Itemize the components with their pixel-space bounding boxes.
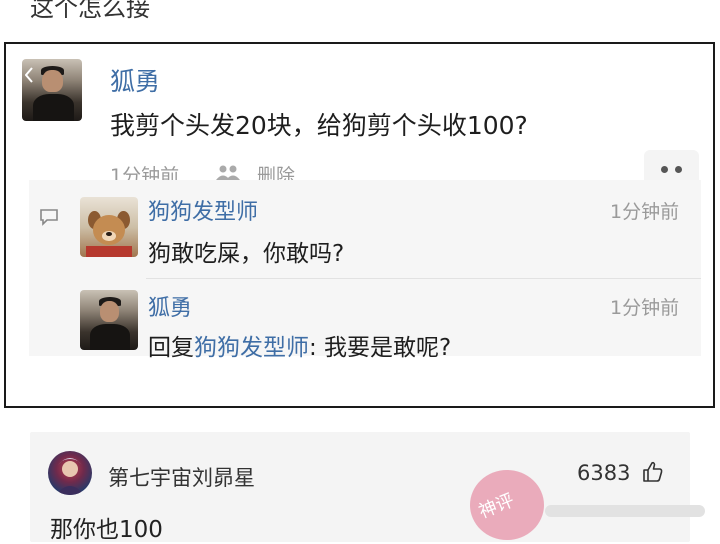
more-dot-icon bbox=[675, 166, 682, 173]
reply-text: 回复狗狗发型师: 我要是敢呢? bbox=[148, 328, 451, 362]
reply-author-avatar[interactable] bbox=[80, 197, 138, 257]
reply-prefix: 回复 bbox=[148, 335, 194, 361]
more-dot-icon bbox=[661, 166, 668, 173]
reply-text: 狗敢吃屎，你敢吗? bbox=[148, 241, 345, 267]
thumbs-up-icon[interactable] bbox=[641, 460, 665, 484]
post-screenshot: 狐勇 我剪个头发20块，给狗剪个头收100? 1分钟前 删除 狗狗发型师 1分钟… bbox=[4, 42, 715, 408]
post-author-name[interactable]: 狐勇 bbox=[110, 62, 160, 98]
reply-author-avatar[interactable] bbox=[80, 290, 138, 350]
back-arrow-icon[interactable] bbox=[25, 67, 33, 83]
reply-time: 1分钟前 bbox=[610, 297, 680, 319]
comment-bubble-icon bbox=[40, 209, 58, 226]
post-text: 我剪个头发20块，给狗剪个头收100? bbox=[110, 111, 528, 140]
reply-time: 1分钟前 bbox=[610, 201, 680, 223]
reply-divider bbox=[146, 278, 701, 279]
reply-author-name[interactable]: 狗狗发型师 bbox=[148, 194, 258, 226]
reply-body: : 我要是敢呢? bbox=[309, 335, 452, 361]
blurred-watermark bbox=[545, 505, 705, 517]
reply-section: 狗狗发型师 1分钟前 狗敢吃屎，你敢吗? 狐勇 1分钟前 回复狗狗发型师: 我要… bbox=[29, 180, 701, 361]
reply-to-user-link[interactable]: 狗狗发型师 bbox=[194, 335, 309, 361]
commenter-name[interactable]: 第七宇宙刘昴星 bbox=[108, 462, 255, 492]
like-count: 6383 bbox=[577, 461, 631, 485]
question-title: 这个怎么接 bbox=[30, 0, 150, 22]
reply-author-name[interactable]: 狐勇 bbox=[148, 290, 192, 322]
post-author-avatar[interactable] bbox=[22, 59, 82, 121]
commenter-avatar[interactable] bbox=[48, 451, 92, 495]
comment-text: 那你也100 bbox=[50, 517, 163, 543]
